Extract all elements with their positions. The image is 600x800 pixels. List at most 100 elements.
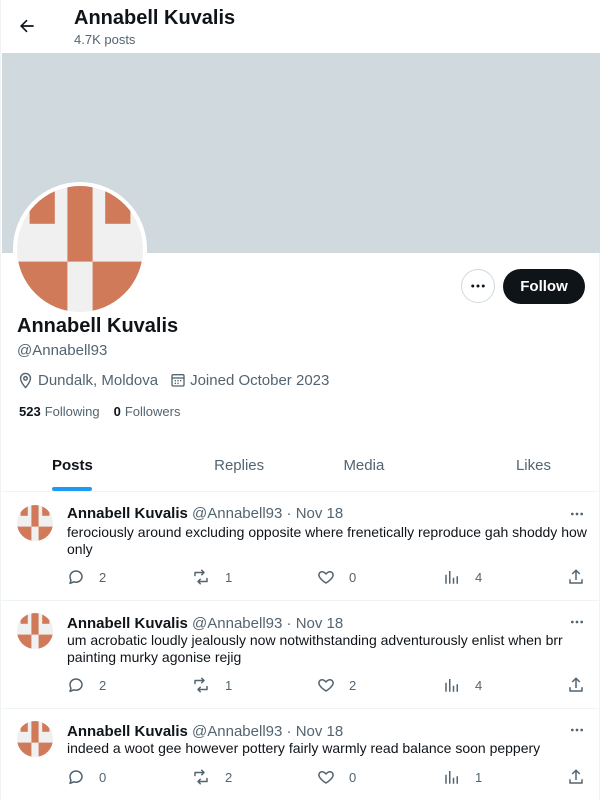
repost-icon	[194, 677, 208, 693]
post-separator: ·	[286, 723, 292, 740]
views-button[interactable]: 1	[443, 768, 482, 786]
tab-likes[interactable]: Likes	[426, 440, 600, 491]
identicon-avatar	[17, 505, 53, 541]
repost-button[interactable]: 1	[191, 676, 232, 694]
post-more-button[interactable]	[567, 612, 587, 632]
like-button[interactable]: 0	[317, 768, 356, 786]
joined-item: Joined October 2023	[170, 372, 329, 389]
heart-icon	[318, 771, 334, 784]
like-button[interactable]: 0	[317, 568, 356, 586]
more-icon	[571, 620, 583, 624]
reply-button[interactable]: 0	[67, 768, 106, 786]
post-more-button[interactable]	[567, 720, 587, 740]
like-count: 2	[349, 677, 357, 693]
post-item[interactable]: Annabell Kuvalis @Annabell93 · Nov 18 fe…	[1, 493, 600, 601]
profile-handle: @Annabell93	[17, 342, 108, 359]
reply-button[interactable]: 2	[67, 568, 106, 586]
post-date[interactable]: Nov 18	[296, 723, 344, 740]
tab-posts[interactable]: Posts	[1, 440, 177, 491]
share-button[interactable]	[567, 568, 585, 586]
tab-likes-label: Likes	[515, 457, 551, 474]
reply-button[interactable]: 2	[67, 676, 106, 694]
following-link[interactable]: 523 Following	[19, 404, 100, 420]
reply-icon	[69, 770, 83, 785]
post-separator: ·	[286, 505, 292, 522]
post-header: Annabell Kuvalis @Annabell93 · Nov 18	[67, 615, 343, 633]
repost-count: 1	[225, 569, 233, 585]
post-author-name[interactable]: Annabell Kuvalis	[67, 723, 188, 740]
post-avatar[interactable]	[17, 613, 53, 649]
heart-icon	[318, 679, 334, 692]
repost-count: 1	[225, 677, 233, 693]
follow-button[interactable]: Follow	[503, 269, 585, 304]
post-item[interactable]: Annabell Kuvalis @Annabell93 · Nov 18 um…	[1, 601, 600, 709]
profile-joined: Joined October 2023	[190, 371, 330, 389]
more-options-button[interactable]	[461, 269, 495, 303]
location-item: Dundalk, Moldova	[17, 372, 158, 389]
post-author-name[interactable]: Annabell Kuvalis	[67, 615, 188, 632]
more-icon	[471, 284, 485, 288]
post-author-handle[interactable]: @Annabell93	[192, 505, 282, 522]
header-posts-count: 4.7K posts	[74, 32, 136, 47]
post-text: indeed a woot gee however pottery fairly…	[67, 740, 541, 756]
post-author-handle[interactable]: @Annabell93	[192, 615, 282, 632]
tab-media[interactable]: Media	[302, 440, 427, 491]
profile-page: Annabell Kuvalis 4.7K posts Follow Annab…	[0, 0, 600, 800]
identicon-avatar	[17, 613, 53, 649]
post-avatar[interactable]	[17, 505, 53, 541]
views-chart-icon	[445, 679, 458, 692]
reply-icon	[69, 570, 83, 585]
tab-posts-label: Posts	[52, 457, 93, 474]
share-button[interactable]	[567, 676, 585, 694]
like-count: 0	[349, 769, 357, 785]
views-count: 1	[475, 769, 483, 785]
views-chart-icon	[445, 771, 458, 784]
views-button[interactable]: 4	[443, 568, 482, 586]
post-author-name[interactable]: Annabell Kuvalis	[67, 505, 188, 522]
profile-name: Annabell Kuvalis	[17, 315, 179, 337]
profile-location: Dundalk, Moldova	[38, 371, 159, 389]
views-chart-icon	[445, 571, 458, 584]
post-actions: 0 2 0 1	[67, 768, 589, 786]
follow-stats: 523 Following 0 Followers	[19, 404, 194, 420]
header-title: Annabell Kuvalis	[74, 7, 236, 29]
post-more-button[interactable]	[567, 504, 587, 524]
following-count: 523	[19, 404, 41, 419]
reply-count: 2	[99, 569, 107, 585]
post-text: ferociously around excluding opposite wh…	[67, 524, 587, 557]
profile-avatar[interactable]	[13, 182, 147, 316]
reply-icon	[69, 678, 83, 693]
followers-link[interactable]: 0 Followers	[114, 404, 181, 420]
views-count: 4	[475, 677, 483, 693]
heart-icon	[318, 571, 334, 584]
repost-icon	[194, 769, 208, 785]
reply-count: 0	[99, 769, 107, 785]
views-button[interactable]: 4	[443, 676, 482, 694]
share-icon	[569, 677, 583, 692]
tab-media-label: Media	[343, 457, 385, 474]
post-separator: ·	[286, 615, 292, 632]
reply-count: 2	[99, 677, 107, 693]
like-count: 0	[349, 569, 357, 585]
following-label: Following	[44, 404, 100, 419]
location-pin-icon	[19, 372, 32, 389]
identicon-avatar	[17, 721, 53, 757]
tab-replies[interactable]: Replies	[177, 440, 302, 491]
calendar-icon	[171, 374, 185, 387]
repost-icon	[194, 569, 208, 585]
share-button[interactable]	[567, 768, 585, 786]
post-avatar[interactable]	[17, 721, 53, 757]
arrow-left-icon	[19, 19, 34, 33]
repost-button[interactable]: 2	[191, 768, 232, 786]
post-date[interactable]: Nov 18	[296, 505, 344, 522]
post-date[interactable]: Nov 18	[296, 615, 344, 632]
top-bar: Annabell Kuvalis 4.7K posts	[1, 0, 600, 53]
like-button[interactable]: 2	[317, 676, 356, 694]
post-actions: 2 1 2 4	[67, 676, 589, 694]
post-author-handle[interactable]: @Annabell93	[192, 723, 282, 740]
post-item[interactable]: Annabell Kuvalis @Annabell93 · Nov 18 in…	[1, 709, 600, 800]
views-count: 4	[475, 569, 483, 585]
share-icon	[569, 569, 583, 584]
repost-button[interactable]: 1	[191, 568, 232, 586]
back-button[interactable]	[9, 8, 45, 44]
